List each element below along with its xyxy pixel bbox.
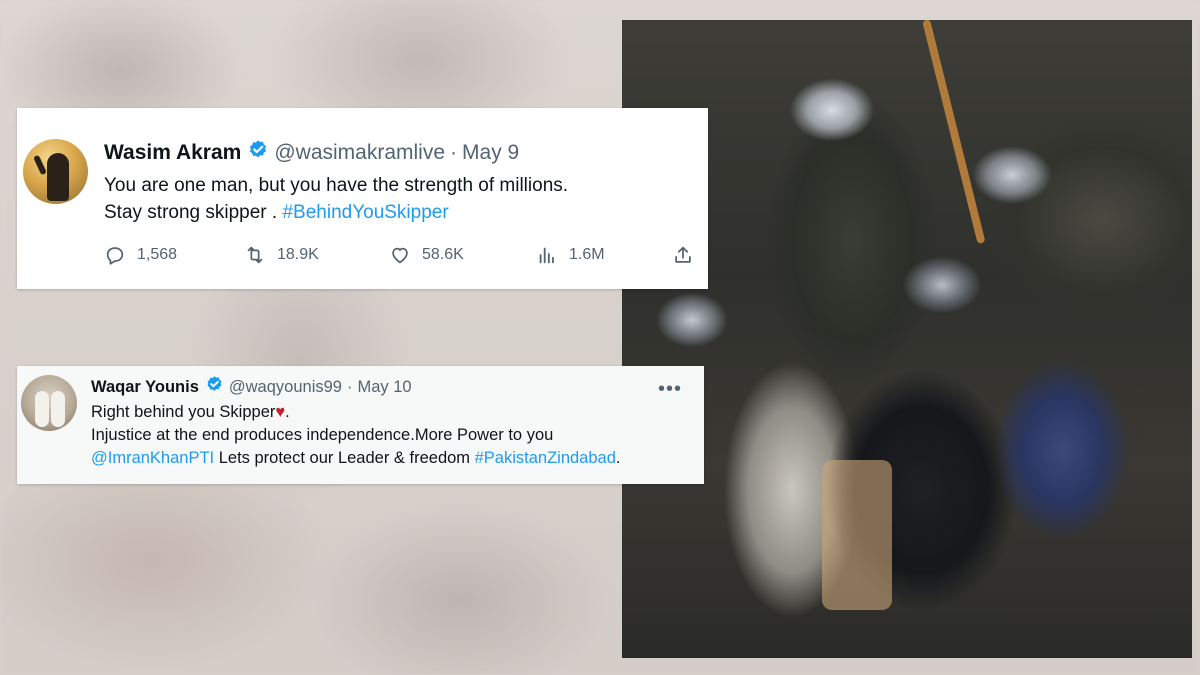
views-icon <box>539 247 554 264</box>
views-button[interactable]: 1.6M <box>536 244 605 266</box>
reply-icon <box>106 247 124 265</box>
heart-emoji-icon: ♥ <box>275 403 286 421</box>
hashtag-link[interactable]: #PakistanZindabad <box>475 449 616 467</box>
avatar[interactable] <box>21 375 77 431</box>
tweet-line-2: Stay strong skipper . #BehindYouSkipper <box>104 199 568 226</box>
share-button[interactable] <box>672 244 705 266</box>
verified-badge-icon <box>205 375 224 399</box>
retweet-button[interactable]: 18.9K <box>244 244 319 266</box>
avatar-figure-right <box>51 391 65 427</box>
like-button[interactable]: 58.6K <box>389 244 464 266</box>
avatar[interactable] <box>23 139 88 204</box>
ground-patch <box>822 460 892 610</box>
tweet-line-3-end: . <box>615 449 621 467</box>
tweet-date[interactable]: May 10 <box>357 378 411 397</box>
views-count: 1.6M <box>569 246 605 263</box>
tweet-line-3: @ImranKhanPTI Lets protect our Leader & … <box>91 447 620 470</box>
tweet-line-1-end: . <box>285 403 290 421</box>
author-name[interactable]: Wasim Akram <box>104 141 241 165</box>
tweet-date[interactable]: May 9 <box>462 141 519 165</box>
tweet-card-wasim[interactable]: Wasim Akram @wasimakramlive · May 9 You … <box>17 108 708 289</box>
tweet-header: Wasim Akram @wasimakramlive · May 9 <box>104 139 519 167</box>
author-handle[interactable]: @wasimakramlive <box>274 141 445 165</box>
share-icon <box>675 246 691 263</box>
header-separator: · <box>450 141 458 164</box>
tweet-line-1: Right behind you Skipper♥. <box>91 401 620 424</box>
tweet-line-1: You are one man, but you have the streng… <box>104 175 569 196</box>
tweet-actions: 1,568 18.9K 58.6K 1.6M <box>104 244 699 268</box>
baton-stick <box>922 19 986 245</box>
mention-link[interactable]: @ImranKhanPTI <box>91 449 214 467</box>
avatar-figure-arm <box>33 154 47 176</box>
retweet-count: 18.9K <box>277 246 319 263</box>
retweet-icon <box>247 246 263 264</box>
tweet-card-waqar[interactable]: Waqar Younis @waqyounis99 · May 10 ••• R… <box>17 366 704 484</box>
tweet-line-2-text: Stay strong skipper . <box>104 202 283 223</box>
header-separator: · <box>346 377 353 396</box>
avatar-figure-left <box>35 391 49 427</box>
tweet-line-2: Injustice at the end produces independen… <box>91 426 554 444</box>
hashtag-link[interactable]: #BehindYouSkipper <box>282 202 448 223</box>
like-icon <box>392 247 408 264</box>
avatar-figure <box>47 153 69 201</box>
tweet-line-1-text: Right behind you Skipper <box>91 403 276 421</box>
author-handle[interactable]: @waqyounis99 <box>229 378 342 397</box>
author-name[interactable]: Waqar Younis <box>91 378 199 397</box>
tweet-header: Waqar Younis @waqyounis99 · May 10 <box>91 375 412 399</box>
like-count: 58.6K <box>422 246 464 263</box>
reply-button[interactable]: 1,568 <box>104 244 177 266</box>
reply-count: 1,568 <box>137 246 178 263</box>
tweet-body: You are one man, but you have the streng… <box>104 172 568 226</box>
verified-badge-icon <box>247 139 269 167</box>
more-icon[interactable]: ••• <box>658 378 682 401</box>
tweet-body: Right behind you Skipper♥. Injustice at … <box>91 401 620 470</box>
tweet-line-3-text: Lets protect our Leader & freedom <box>214 449 475 467</box>
